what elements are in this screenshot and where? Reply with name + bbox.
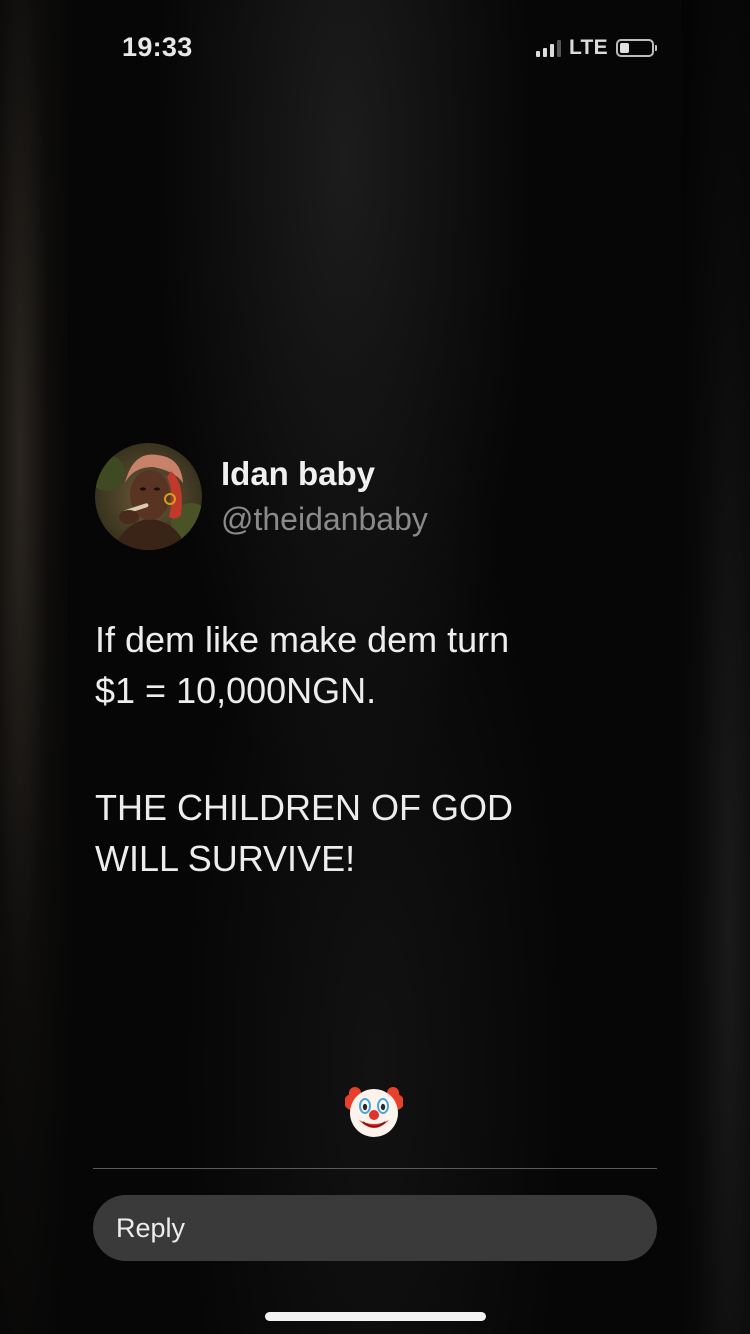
- avatar-image: [95, 443, 202, 550]
- tweet-line: WILL SURVIVE!: [95, 838, 356, 879]
- home-indicator[interactable]: [265, 1312, 486, 1321]
- tweet-text: If dem like make dem turn $1 = 10,000NGN…: [95, 614, 655, 884]
- status-time: 19:33: [122, 32, 193, 62]
- story-screen: 19:33 LTE Idan baby @theidanbaby If dem …: [0, 0, 750, 1334]
- tweet-line: $1 = 10,000NGN.: [95, 670, 377, 711]
- user-handle[interactable]: @theidanbaby: [221, 501, 428, 538]
- clown-face-icon[interactable]: [344, 1082, 404, 1140]
- status-indicators: LTE: [535, 36, 657, 60]
- blurred-background-left: [0, 0, 68, 1334]
- tweet-line: THE CHILDREN OF GOD: [95, 787, 514, 828]
- reply-input[interactable]: Reply: [93, 1195, 657, 1261]
- reply-placeholder: Reply: [116, 1212, 186, 1243]
- cellular-signal-icon: [535, 39, 561, 57]
- network-type: LTE: [568, 36, 608, 59]
- battery-icon: [616, 39, 657, 57]
- divider: [93, 1168, 657, 1169]
- display-name[interactable]: Idan baby: [221, 455, 375, 493]
- clown-face-emoji: [344, 1087, 404, 1137]
- avatar[interactable]: [95, 443, 202, 550]
- blurred-background-right: [682, 0, 750, 1334]
- battery-fill: [620, 43, 629, 53]
- tweet-line: If dem like make dem turn: [95, 619, 510, 660]
